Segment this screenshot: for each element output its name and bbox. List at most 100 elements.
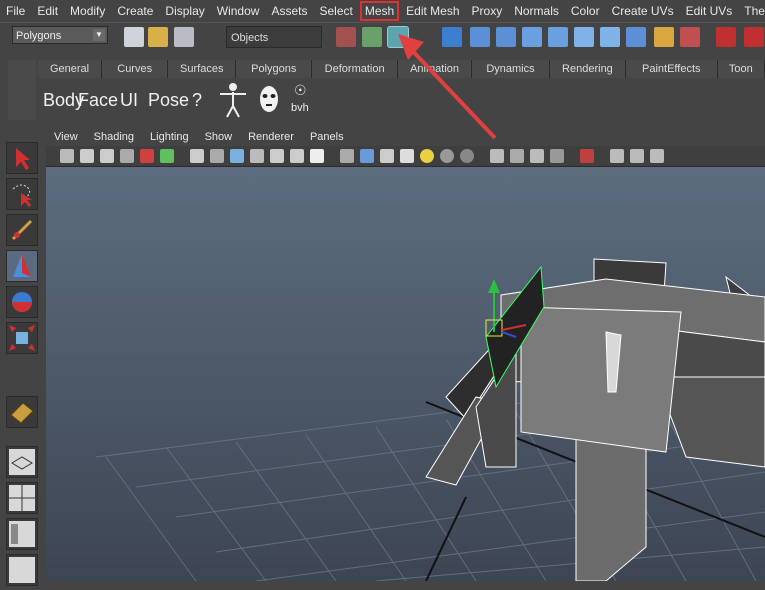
table-model[interactable]	[425, 258, 765, 581]
magnet-alt-icon[interactable]	[744, 27, 764, 47]
select-hierarchy-icon[interactable]	[336, 27, 356, 47]
paint-select-tool-icon[interactable]	[6, 214, 38, 246]
select-tool-icon[interactable]	[680, 27, 700, 47]
scale-tool-icon[interactable]	[6, 322, 38, 354]
menu-proxy[interactable]: Proxy	[466, 0, 509, 22]
menu-create-uvs[interactable]: Create UVs	[606, 0, 680, 22]
menu-file[interactable]: File	[0, 0, 31, 22]
panel-menu-shading[interactable]: Shading	[86, 131, 142, 143]
history-icon[interactable]	[574, 27, 594, 47]
panel-menu-view[interactable]: View	[46, 131, 86, 143]
magnet-icon[interactable]	[716, 27, 736, 47]
save-scene-icon[interactable]	[174, 27, 194, 47]
snap-plane-icon[interactable]	[522, 27, 542, 47]
outliner-layout-icon[interactable]	[6, 518, 38, 550]
panel-menu-show[interactable]: Show	[197, 131, 241, 143]
xray-joints-icon[interactable]	[630, 149, 644, 163]
isolate-select-icon[interactable]	[580, 149, 594, 163]
grid-toggle-icon[interactable]	[190, 149, 204, 163]
select-object-icon[interactable]	[362, 27, 382, 47]
menu-color[interactable]: Color	[565, 0, 606, 22]
field-chart-icon[interactable]	[270, 149, 284, 163]
motion-blur-icon[interactable]	[510, 149, 524, 163]
menu-display[interactable]: Display	[159, 0, 210, 22]
gate-mask-icon[interactable]	[250, 149, 264, 163]
tab-painteffects[interactable]: PaintEffects	[625, 60, 718, 78]
xray-icon[interactable]	[610, 149, 624, 163]
annotation-arrow-icon	[398, 34, 497, 140]
safe-title-icon[interactable]	[310, 149, 324, 163]
image-plane-icon[interactable]	[100, 149, 114, 163]
default-light-icon[interactable]	[420, 149, 434, 163]
resolution-gate-icon[interactable]	[230, 149, 244, 163]
tab-polygons[interactable]: Polygons	[236, 60, 313, 78]
menu-normals[interactable]: Normals	[508, 0, 565, 22]
ambient-occlusion-icon[interactable]	[490, 149, 504, 163]
move-tool-icon[interactable]	[6, 250, 38, 282]
all-lights-icon[interactable]	[440, 149, 454, 163]
graph-layout-icon[interactable]	[6, 554, 38, 586]
menu-edit-uvs[interactable]: Edit UVs	[680, 0, 739, 22]
lasso-tool-icon[interactable]	[6, 178, 38, 210]
tab-surfaces[interactable]: Surfaces	[168, 60, 237, 78]
menu-the-setup[interactable]: The Setup	[738, 0, 765, 22]
menu-edit[interactable]: Edit	[31, 0, 64, 22]
figure-icon: ☉	[294, 82, 307, 98]
tab-general[interactable]: General	[38, 60, 103, 78]
rotate-tool-icon[interactable]	[6, 286, 38, 318]
human-figure-icon[interactable]	[218, 82, 248, 118]
xray-components-icon[interactable]	[650, 149, 664, 163]
shelf-ui-button[interactable]: UI	[120, 90, 138, 111]
bookmark-icon[interactable]	[80, 149, 94, 163]
panel-menu-renderer[interactable]: Renderer	[240, 131, 302, 143]
anti-aliasing-icon[interactable]	[530, 149, 544, 163]
selection-mode-value: Objects	[231, 32, 269, 44]
depth-of-field-icon[interactable]	[550, 149, 564, 163]
grease-pencil-icon[interactable]	[140, 149, 154, 163]
film-gate-icon[interactable]	[210, 149, 224, 163]
snap-surface-icon[interactable]	[548, 27, 568, 47]
select-tool-icon[interactable]	[6, 142, 38, 174]
smooth-shade-icon[interactable]	[360, 149, 374, 163]
textured-icon[interactable]	[400, 149, 414, 163]
perspective-viewport[interactable]	[46, 167, 765, 581]
wireframe-on-shaded-icon[interactable]	[380, 149, 394, 163]
four-view-layout-icon[interactable]	[6, 482, 38, 514]
menu-window[interactable]: Window	[211, 0, 266, 22]
camera-gate-icon[interactable]	[160, 149, 174, 163]
single-perspective-layout-icon[interactable]	[6, 446, 38, 478]
toolbox	[0, 130, 44, 586]
menu-select[interactable]: Select	[313, 0, 358, 22]
shelf-help-button[interactable]: ?	[192, 90, 202, 111]
face-mask-icon[interactable]	[258, 84, 280, 114]
wireframe-icon[interactable]	[340, 149, 354, 163]
menu-create[interactable]: Create	[111, 0, 159, 22]
camera-attributes-icon[interactable]	[60, 149, 74, 163]
shadows-icon[interactable]	[460, 149, 474, 163]
safe-action-icon[interactable]	[290, 149, 304, 163]
new-scene-icon[interactable]	[124, 27, 144, 47]
shelf-pose-button[interactable]: Pose	[148, 90, 189, 111]
render-icon[interactable]	[600, 27, 620, 47]
open-scene-icon[interactable]	[148, 27, 168, 47]
lock-icon[interactable]	[654, 27, 674, 47]
mode-dropdown-value: Polygons	[16, 30, 62, 42]
two-d-pan-icon[interactable]	[120, 149, 134, 163]
uv-texture-icon[interactable]	[6, 396, 38, 428]
tab-curves[interactable]: Curves	[102, 60, 169, 78]
menu-modify[interactable]: Modify	[64, 0, 111, 22]
tab-rendering[interactable]: Rendering	[549, 60, 626, 78]
menu-mesh[interactable]: Mesh	[359, 0, 400, 22]
selection-mode-field[interactable]: Objects	[226, 26, 322, 48]
shelf-face-button[interactable]: Face	[78, 90, 118, 111]
help-icon[interactable]	[626, 27, 646, 47]
bvh-import-button[interactable]: ☉ bvh	[288, 82, 318, 118]
panel-menu-lighting[interactable]: Lighting	[142, 131, 197, 143]
menu-edit-mesh[interactable]: Edit Mesh	[400, 0, 465, 22]
grid-axis-line-z	[425, 496, 467, 581]
mode-dropdown[interactable]: Polygons ▼	[12, 26, 108, 44]
shelf-options[interactable]	[8, 60, 36, 120]
panel-menu-panels[interactable]: Panels	[302, 131, 352, 143]
menu-assets[interactable]: Assets	[265, 0, 313, 22]
tab-toon[interactable]: Toon	[717, 60, 765, 78]
